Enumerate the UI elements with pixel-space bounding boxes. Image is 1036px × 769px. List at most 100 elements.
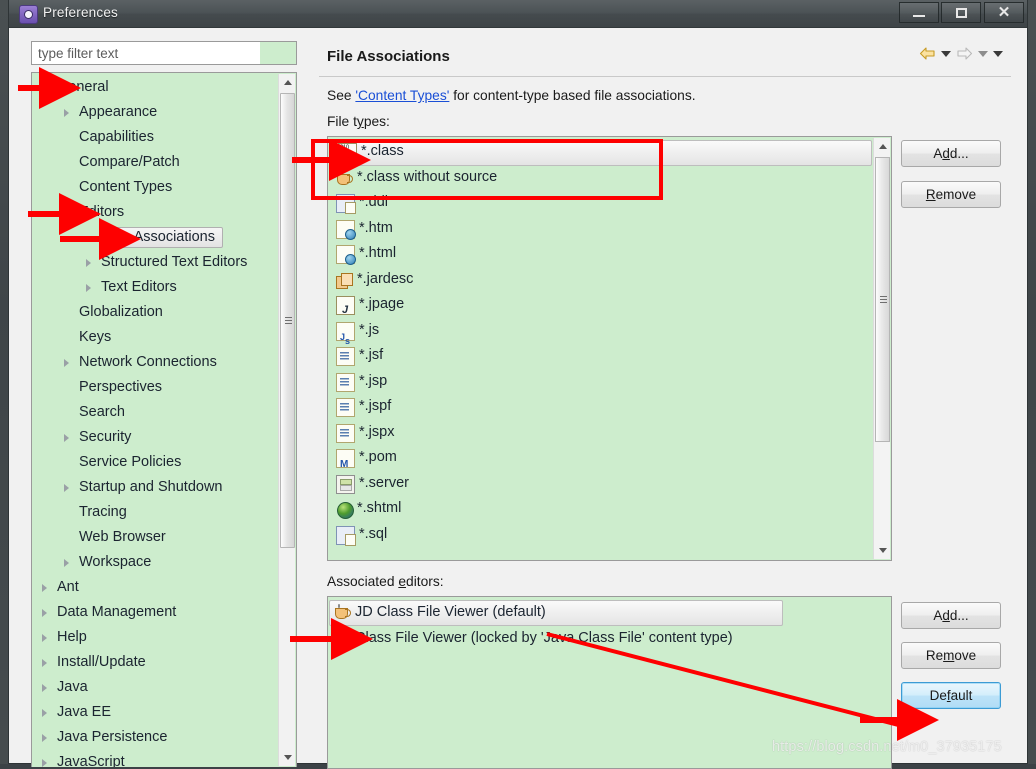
- forward-history-chevron-down-icon[interactable]: [978, 50, 988, 57]
- maximize-button[interactable]: [941, 2, 981, 23]
- file-type-row[interactable]: *.pom: [328, 446, 873, 478]
- remove-editor-button[interactable]: Re m ove: [901, 642, 1001, 669]
- chevron-right-icon[interactable]: [42, 634, 47, 642]
- file-type-row[interactable]: *.htm: [328, 217, 873, 243]
- back-arrow-icon[interactable]: [919, 46, 936, 61]
- file-type-row[interactable]: *.sql: [328, 523, 873, 549]
- sidebar-item-java[interactable]: Java: [32, 675, 278, 700]
- sidebar-item-text-editors[interactable]: Text Editors: [32, 275, 278, 300]
- chevron-right-icon[interactable]: [64, 484, 69, 492]
- sidebar-item-general[interactable]: General: [32, 75, 278, 100]
- sidebar-item-java-ee[interactable]: Java EE: [32, 700, 278, 725]
- filter-input[interactable]: [31, 41, 297, 65]
- file-types-scrollbar-thumb[interactable]: [875, 157, 890, 442]
- sidebar-item-content-types[interactable]: Content Types: [32, 175, 278, 200]
- sidebar-item-label: Compare/Patch: [79, 154, 180, 170]
- sidebar-item-structured-text-editors[interactable]: Structured Text Editors: [32, 250, 278, 275]
- sidebar-item-data-management[interactable]: Data Management: [32, 600, 278, 625]
- tree-scroll-down-button[interactable]: [279, 749, 296, 766]
- forward-arrow-icon[interactable]: [956, 46, 973, 61]
- close-button[interactable]: ✕: [984, 2, 1024, 23]
- file-type-label: *.htm: [359, 219, 393, 236]
- tree-scroll-up-button[interactable]: [279, 74, 296, 91]
- file-type-row[interactable]: *.jardesc: [328, 268, 873, 294]
- sidebar-item-security[interactable]: Security: [32, 425, 278, 450]
- associated-editor-row[interactable]: JD Class File Viewer (default): [329, 600, 783, 626]
- file-type-row[interactable]: *.jspf: [328, 395, 873, 421]
- file-types-scroll-down-button[interactable]: [874, 542, 891, 559]
- sidebar-item-compare-patch[interactable]: Compare/Patch: [32, 150, 278, 175]
- file-type-row[interactable]: *.ddl: [328, 191, 873, 217]
- sidebar-item-globalization[interactable]: Globalization: [32, 300, 278, 325]
- chevron-right-icon[interactable]: [42, 684, 47, 692]
- sidebar-item-java-persistence[interactable]: Java Persistence: [32, 725, 278, 750]
- chevron-right-icon[interactable]: [86, 284, 91, 292]
- sql-document-icon: [336, 525, 356, 546]
- file-types-list[interactable]: *.class *.class without source *.ddl *.htm *…: [327, 136, 892, 561]
- sidebar-item-label: Startup and Shutdown: [79, 479, 223, 495]
- sidebar-item-workspace[interactable]: Workspace: [32, 550, 278, 575]
- file-type-row[interactable]: *.jsp: [328, 370, 873, 396]
- file-type-row[interactable]: *.class without source: [328, 166, 873, 192]
- sidebar-item-perspectives[interactable]: Perspectives: [32, 375, 278, 400]
- more-chevron-down-icon[interactable]: [993, 50, 1003, 57]
- file-type-row[interactable]: *.jspx: [328, 421, 873, 447]
- chevron-right-icon[interactable]: [42, 759, 47, 767]
- sidebar-item-capabilities[interactable]: Capabilities: [32, 125, 278, 150]
- sidebar-item-network-connections[interactable]: Network Connections: [32, 350, 278, 375]
- chevron-right-icon[interactable]: [42, 584, 47, 592]
- sidebar-item-tracing[interactable]: Tracing: [32, 500, 278, 525]
- content-types-link[interactable]: 'Content Types': [355, 88, 449, 103]
- sidebar-item-javascript[interactable]: JavaScript: [32, 750, 278, 767]
- sidebar-item-ant[interactable]: Ant: [32, 575, 278, 600]
- chevron-right-icon[interactable]: [64, 434, 69, 442]
- chevron-right-icon[interactable]: [42, 659, 47, 667]
- sidebar-item-keys[interactable]: Keys: [32, 325, 278, 350]
- sidebar-item-search[interactable]: Search: [32, 400, 278, 425]
- tree-scrollbar[interactable]: [278, 74, 295, 766]
- chevron-right-icon[interactable]: [64, 109, 69, 117]
- chevron-right-icon[interactable]: [64, 559, 69, 567]
- add-editor-label-mnemonic: d: [942, 608, 950, 623]
- remove-file-type-button[interactable]: Remove: [901, 181, 1001, 208]
- file-type-label: *.shtml: [357, 500, 402, 516]
- add-editor-button[interactable]: Ad d...: [901, 602, 1001, 629]
- chevron-right-icon[interactable]: [42, 734, 47, 742]
- file-type-row[interactable]: *.server: [328, 472, 873, 498]
- sidebar-item-help[interactable]: Help: [32, 625, 278, 650]
- file-type-row[interactable]: *.jsf: [328, 344, 873, 370]
- minimize-button[interactable]: [899, 2, 939, 23]
- sidebar-item-web-browser[interactable]: Web Browser: [32, 525, 278, 550]
- file-type-row[interactable]: *.class: [329, 137, 872, 169]
- java-class-file-icon: [338, 137, 357, 169]
- sidebar-item-appearance[interactable]: Appearance: [32, 100, 278, 125]
- chevron-right-icon[interactable]: [64, 359, 69, 367]
- add-file-type-button[interactable]: Ad d...: [901, 140, 1001, 167]
- file-type-row[interactable]: *.jpage: [328, 293, 873, 324]
- window-title: Preferences: [43, 5, 118, 20]
- file-type-row[interactable]: *.js: [328, 319, 873, 354]
- chevron-down-icon[interactable]: [42, 86, 50, 92]
- preferences-tree[interactable]: General Appearance Capabilities Compare/Pat…: [31, 72, 297, 767]
- sidebar-item-install-update[interactable]: Install/Update: [32, 650, 278, 675]
- set-default-editor-button[interactable]: De f ault: [901, 682, 1001, 709]
- back-history-chevron-down-icon[interactable]: [941, 50, 951, 57]
- sidebar-item-label: Java EE: [57, 704, 111, 720]
- file-type-label: *.ddl: [359, 194, 389, 210]
- java-scrapbook-page-icon: [336, 296, 355, 324]
- chevron-down-icon[interactable]: [64, 211, 72, 217]
- chevron-right-icon[interactable]: [42, 609, 47, 617]
- associated-editor-label: Class File Viewer (locked by 'Java Class…: [355, 629, 733, 646]
- file-types-scrollbar[interactable]: [873, 138, 890, 559]
- chevron-right-icon[interactable]: [86, 259, 91, 267]
- associated-editor-row[interactable]: Class File Viewer (locked by 'Java Class…: [328, 621, 891, 654]
- file-type-row[interactable]: *.html: [328, 242, 873, 268]
- sidebar-item-service-policies[interactable]: Service Policies: [32, 450, 278, 475]
- tree-scrollbar-thumb[interactable]: [280, 93, 295, 548]
- file-types-scroll-up-button[interactable]: [874, 138, 891, 155]
- sidebar-item-startup-and-shutdown[interactable]: Startup and Shutdown: [32, 475, 278, 500]
- sidebar-item-editors[interactable]: Editors: [32, 200, 278, 225]
- sidebar-item-file-associations[interactable]: File Associations: [32, 225, 278, 250]
- file-type-row[interactable]: *.shtml: [328, 497, 873, 523]
- chevron-right-icon[interactable]: [42, 709, 47, 717]
